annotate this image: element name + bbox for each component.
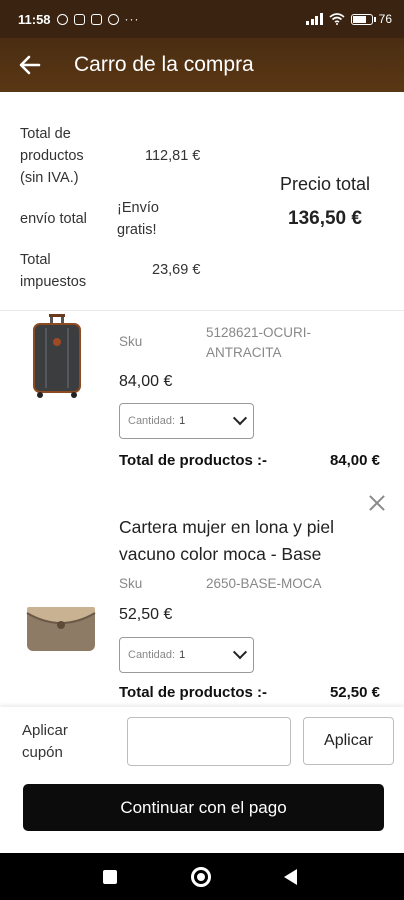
checkout-panel: Aplicar cupón Aplicar Continuar con el p… [0, 707, 404, 853]
suitcase-image [33, 314, 81, 398]
more-notifications-icon: ··· [124, 12, 140, 26]
app-bar: Carro de la compra [0, 38, 404, 92]
continue-to-payment-button[interactable]: Continuar con el pago [23, 784, 384, 831]
mail-icon [90, 13, 102, 25]
recent-apps-icon[interactable] [103, 870, 117, 884]
subtotal-value: 112,81 € [145, 148, 201, 164]
page-title: Carro de la compra [74, 53, 254, 76]
back-triangle-icon[interactable] [284, 869, 297, 885]
remove-item-close-icon[interactable] [366, 492, 388, 514]
item-total-value: 84,00 € [329, 452, 380, 469]
sku-label: Sku [119, 576, 143, 591]
coupon-input[interactable] [127, 717, 291, 766]
quantity-select[interactable]: Cantidad: 1 [119, 403, 254, 439]
item-total-label: Total de productos :- [119, 684, 268, 701]
item-price: 84,00 € [119, 373, 173, 390]
total-price-label: Precio total [279, 174, 371, 194]
quantity-value: 1 [179, 649, 186, 661]
quantity-label: Cantidad: [128, 649, 176, 661]
shipping-label: envío total [20, 211, 87, 227]
status-bar: 11:58 ··· 76 [0, 0, 404, 38]
item-price: 52,50 € [119, 606, 173, 623]
shipping-value: ¡Envío gratis! [117, 200, 159, 238]
quantity-label: Cantidad: [128, 415, 176, 427]
sku-value: 5128621-OCURI- ANTRACITA [206, 325, 312, 360]
taxes-label: Total impuestos [20, 252, 87, 290]
signal-icon [306, 13, 323, 25]
cart-item: Cartera mujer en lona y piel vacuno colo… [0, 485, 404, 707]
cart-item: Sku 5128621-OCURI- ANTRACITA 84,00 € Can… [0, 310, 404, 485]
quantity-value: 1 [179, 415, 186, 427]
sku-label: Sku [119, 334, 143, 349]
battery-level: 76 [378, 12, 392, 26]
arrow-left-icon [19, 55, 41, 75]
home-icon[interactable] [191, 867, 211, 887]
sku-value: 2650-BASE-MOCA [206, 576, 322, 591]
back-button[interactable] [0, 38, 60, 92]
alarm-icon [56, 13, 68, 25]
total-price-value: 136,50 € [288, 208, 362, 229]
system-nav-bar [0, 853, 404, 900]
taxes-value: 23,69 € [152, 262, 201, 278]
status-time: 11:58 [18, 11, 51, 27]
quantity-select[interactable]: Cantidad: 1 [119, 637, 254, 673]
subtotal-label: Total de productos (sin IVA.) [20, 126, 84, 186]
item-name: Cartera mujer en lona y piel vacuno colo… [119, 517, 334, 564]
wallet-image [26, 607, 96, 651]
wifi-icon [329, 13, 345, 25]
apply-coupon-button[interactable]: Aplicar [303, 717, 394, 765]
coupon-label: Aplicar cupón [22, 722, 68, 761]
video-icon [73, 13, 85, 25]
app-notification-icon [107, 13, 119, 25]
item-total-label: Total de productos :- [119, 452, 268, 469]
item-total-value: 52,50 € [329, 684, 380, 701]
order-summary: Total de productos (sin IVA.) 112,81 € e… [0, 118, 404, 298]
chevron-down-icon [232, 645, 248, 660]
battery-icon [350, 13, 376, 25]
chevron-down-icon [232, 411, 248, 426]
